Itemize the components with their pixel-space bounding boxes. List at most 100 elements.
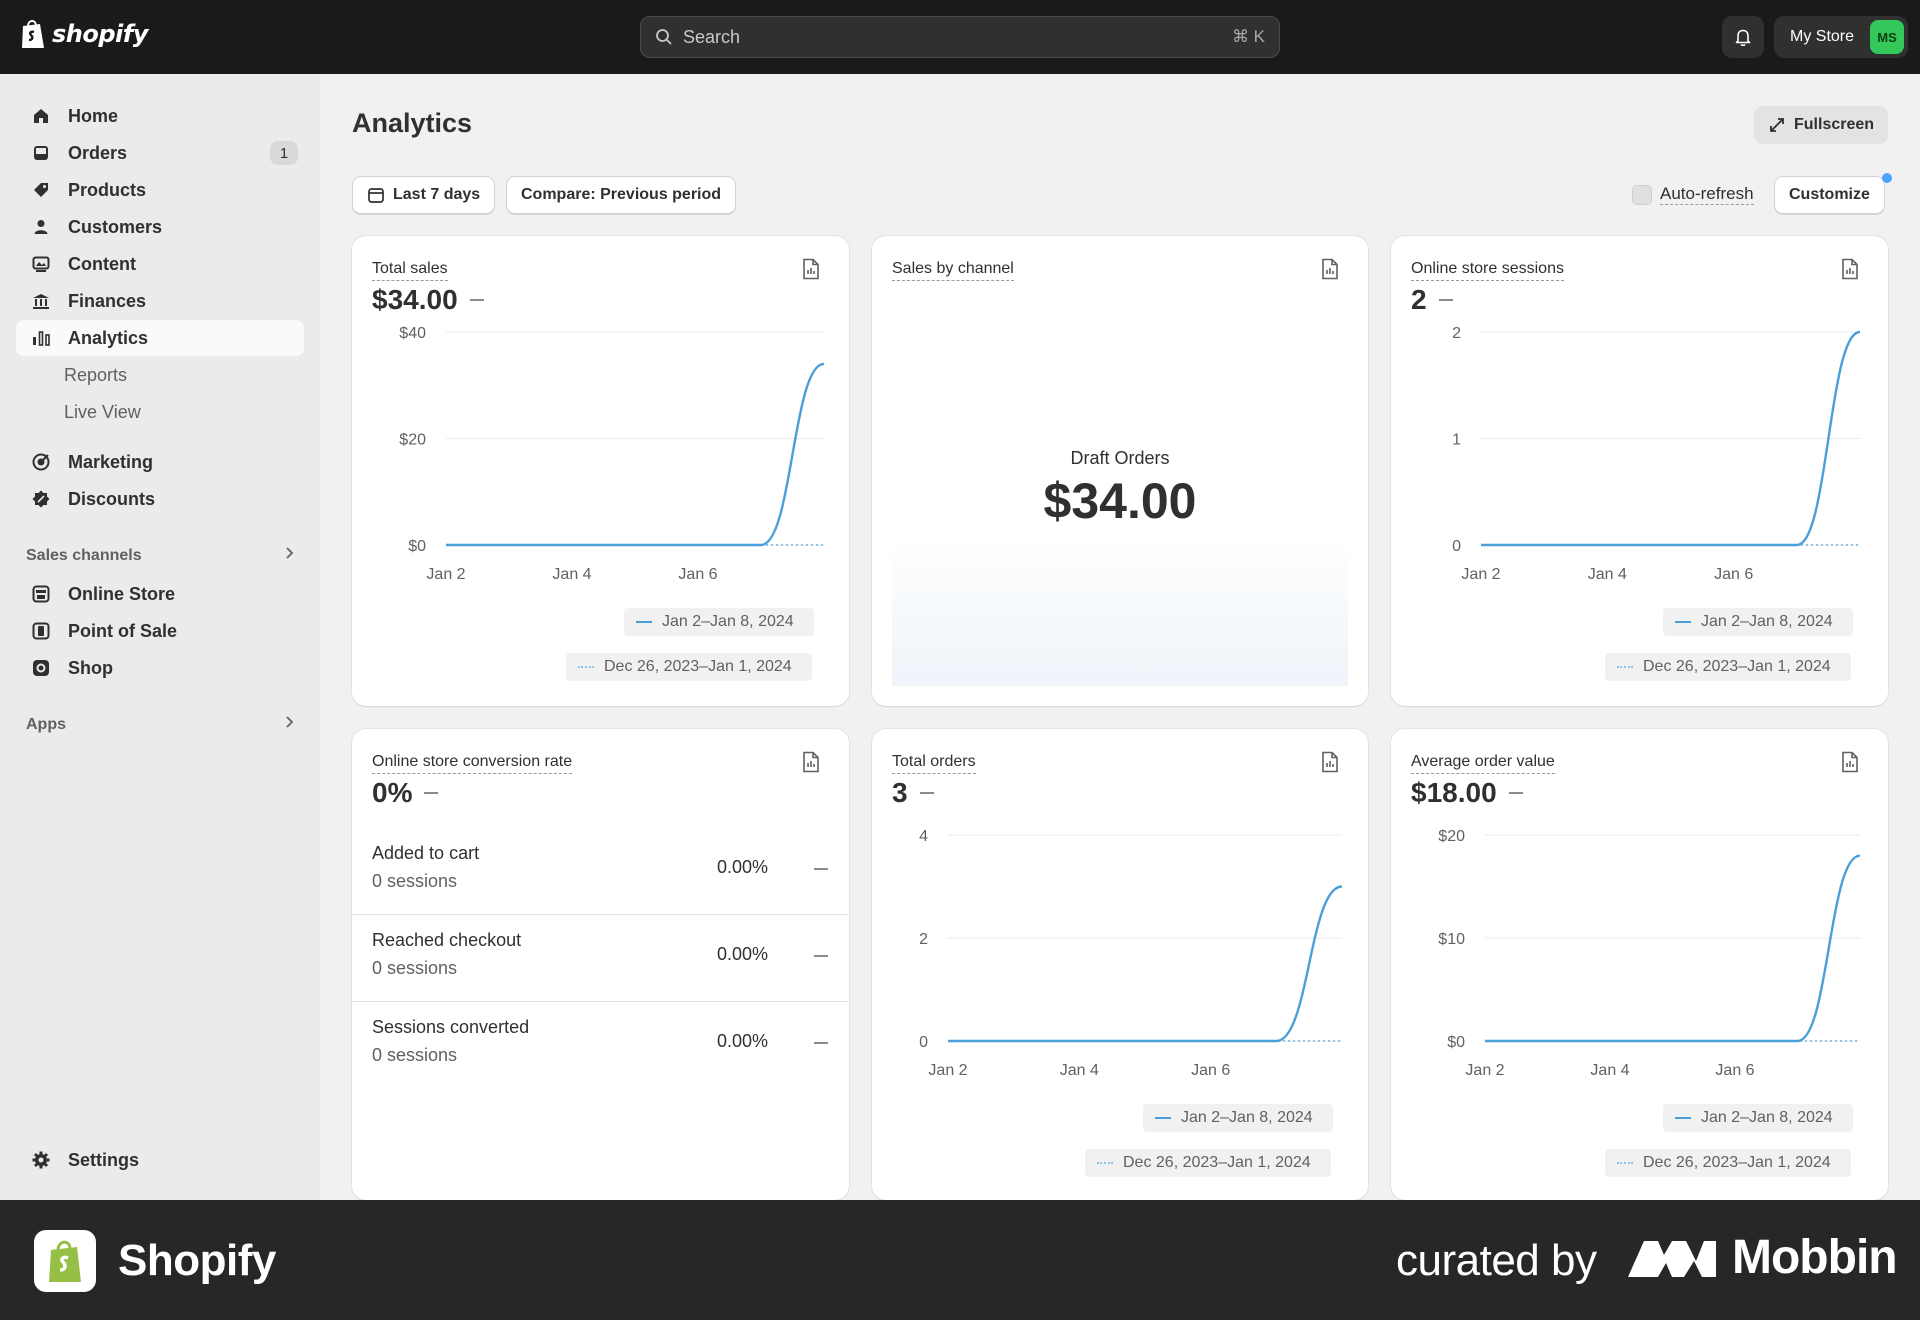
x-tick-label: Jan 2 [1465,1062,1504,1079]
sales-channels-label: Sales channels [26,546,142,564]
sidebar-item-marketing[interactable]: Marketing [16,444,304,480]
sidebar-item-discounts[interactable]: Discounts [16,481,304,517]
report-icon[interactable] [801,751,821,773]
sidebar-item-content[interactable]: Content [16,246,304,282]
fullscreen-button[interactable]: Fullscreen [1754,106,1889,144]
step-label: Sessions converted [372,1017,530,1037]
legend-current-label: Jan 2–Jan 8, 2024 [1701,613,1833,630]
online-store-sessions-card[interactable]: Online store sessions 2 0 1 2 Jan 2 Jan 4 Jan… [1391,236,1888,706]
total-orders-card[interactable]: Total orders 3 0 2 4 Jan 2 Jan 4 Jan 6 Jan 2–… [872,729,1368,1200]
sidebar-item-label: Online Store [68,583,176,604]
legend-swatch-current [636,621,652,623]
legend-swatch-current [1155,1117,1171,1119]
sales-by-channel-card[interactable]: Sales by channel Draft Orders $34.00 [872,236,1368,706]
conversion-value: 0% [372,777,413,808]
bar-chart-icon [30,327,52,349]
total-sales-card[interactable]: Total sales $34.00 $0 $20 $40 Jan 2 Jan 4 Jan… [352,236,849,706]
apps-label: Apps [26,715,66,733]
sidebar-item-label: Shop [68,657,113,678]
card-value: 0% [372,777,439,809]
curated-by-text: curated by [1396,1236,1597,1285]
date-range-button[interactable]: Last 7 days [352,176,496,214]
sidebar-subitem-reports[interactable]: Reports [64,365,127,386]
compare-button[interactable]: Compare: Previous period [506,176,737,214]
mobbin-wordmark: Mobbin [1732,1231,1898,1284]
conversion-step-row: Added to cart 0 sessions 0.00% [352,829,848,915]
conversion-rate-card[interactable]: Online store conversion rate 0% Added to… [352,729,849,1200]
sidebar-item-customers[interactable]: Customers [16,209,304,245]
apps-heading[interactable]: Apps [26,715,294,734]
auto-refresh-checkbox[interactable] [1632,185,1652,205]
sidebar-item-products[interactable]: Products [16,172,304,208]
logo-wordmark: shopify [52,20,148,48]
report-icon[interactable] [1320,258,1340,280]
legend-swatch-current [1675,1117,1691,1119]
y-tick-label: $0 [408,538,426,555]
sidebar-item-label: Analytics [68,327,149,348]
mobbin-logo: Mobbin [1628,1230,1898,1285]
legend-current-label: Jan 2–Jan 8, 2024 [1701,1109,1833,1126]
y-tick-label: 0 [1452,538,1461,555]
channel-value: $34.00 [1043,473,1197,529]
legend-current: Jan 2–Jan 8, 2024 [1663,608,1853,636]
store-menu-button[interactable]: My Store MS [1774,16,1908,58]
sidebar: Home Orders 1 Products Customers Content… [0,74,320,1200]
y-tick-label: $20 [1438,828,1465,845]
home-icon [30,105,52,127]
step-label: Added to cart [372,843,480,863]
legend-previous: Dec 26, 2023–Jan 1, 2024 [1085,1149,1331,1177]
legend-current: Jan 2–Jan 8, 2024 [1663,1104,1853,1132]
bell-icon [1735,29,1751,47]
channel-name: Draft Orders [1070,448,1170,468]
sidebar-item-label: Customers [68,216,163,237]
legend-swatch-previous [1617,1162,1633,1164]
sidebar-item-shop[interactable]: Shop [16,650,304,686]
legend-current-label: Jan 2–Jan 8, 2024 [1181,1109,1313,1126]
shopify-logo[interactable]: shopify [20,18,148,50]
sidebar-item-point-of-sale[interactable]: Point of Sale [16,613,304,649]
y-tick-label: $10 [1438,931,1465,948]
shopify-bag-icon [34,1230,96,1292]
shopify-bag-icon [22,20,44,48]
expand-icon [1770,118,1784,132]
trend-dash [814,955,828,957]
sidebar-subitem-live-view[interactable]: Live View [64,402,141,423]
sidebar-item-orders[interactable]: Orders 1 [16,135,304,171]
sidebar-item-settings[interactable]: Settings [16,1142,304,1178]
store-name: My Store [1790,28,1855,45]
sidebar-item-label: Products [68,179,147,200]
y-tick-label: 2 [919,931,928,948]
customize-button[interactable]: Customize [1774,176,1885,214]
avatar: MS [1870,20,1904,54]
card-title: Sales by channel [892,260,1014,281]
sidebar-item-label: Settings [68,1149,140,1170]
x-tick-label: Jan 4 [1588,566,1627,583]
average-order-value-card[interactable]: Average order value $18.00 $0 $10 $20 Jan 2… [1391,729,1888,1200]
sidebar-item-label: Content [68,253,136,274]
series-line-current [947,885,1343,1043]
legend-previous: Dec 26, 2023–Jan 1, 2024 [1605,1149,1851,1177]
card-title: Online store conversion rate [372,753,573,774]
sales-channels-heading[interactable]: Sales channels [26,546,294,565]
sidebar-item-analytics[interactable]: Analytics [16,320,304,356]
store-icon [30,583,52,605]
y-tick-label: 1 [1452,432,1461,449]
y-tick-label: 4 [919,828,928,845]
trend-dash [814,868,828,870]
sidebar-item-online-store[interactable]: Online Store [16,576,304,612]
mobbin-mark-icon [1628,1240,1716,1277]
step-label: Reached checkout [372,930,522,950]
trend-dash [424,792,439,794]
y-tick-label: $0 [1447,1034,1465,1051]
series-line-current [446,362,825,547]
top-bar: shopify Search ⌘ K My Store MS [0,0,1920,74]
channel-gradient-fill [892,536,1348,686]
sidebar-item-label: Finances [68,290,147,311]
notifications-button[interactable] [1722,16,1764,58]
sidebar-item-finances[interactable]: Finances [16,283,304,319]
image-icon [30,253,52,275]
sidebar-item-home[interactable]: Home [16,98,304,134]
search-input[interactable]: Search ⌘ K [640,16,1280,58]
legend-swatch-previous [1617,666,1633,668]
x-tick-label: Jan 6 [1714,566,1753,583]
